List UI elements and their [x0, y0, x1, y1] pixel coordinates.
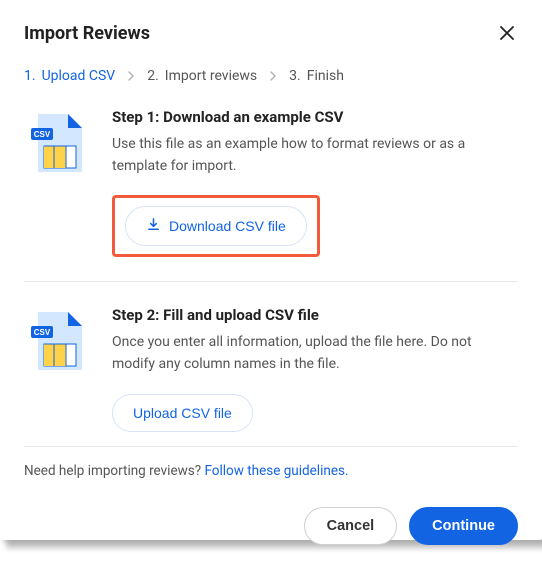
modal-footer: Cancel Continue — [24, 507, 518, 545]
chevron-right-icon — [127, 71, 135, 81]
continue-button[interactable]: Continue — [409, 507, 518, 545]
help-row: Need help importing reviews? Follow thes… — [24, 446, 518, 479]
download-csv-label: Download CSV file — [169, 218, 286, 234]
modal-header: Import Reviews — [24, 22, 518, 44]
download-icon — [146, 217, 161, 235]
stepper: 1. Upload CSV 2. Import reviews 3. Finis… — [24, 68, 518, 84]
step-1-section: CSV Step 1: Download an example CSV Use … — [24, 84, 518, 282]
upload-csv-label: Upload CSV file — [133, 405, 232, 421]
close-icon[interactable] — [496, 22, 518, 44]
svg-text:CSV: CSV — [34, 130, 51, 139]
stepper-step-finish[interactable]: 3. Finish — [289, 68, 344, 84]
help-text: Need help importing reviews? — [24, 463, 204, 479]
csv-file-icon: CSV — [24, 306, 90, 431]
step-2-section: CSV Step 2: Fill and upload CSV file Onc… — [24, 282, 518, 441]
step-1-title: Step 1: Download an example CSV — [112, 108, 518, 126]
help-guidelines-link[interactable]: Follow these guidelines. — [204, 463, 348, 479]
upload-csv-button[interactable]: Upload CSV file — [112, 394, 253, 432]
import-reviews-modal: Import Reviews 1. Upload CSV 2. Import r… — [0, 0, 542, 540]
step-1-description: Use this file as an example how to forma… — [112, 134, 518, 177]
step-2-description: Once you enter all information, upload t… — [112, 332, 518, 375]
csv-file-icon: CSV — [24, 108, 90, 257]
download-button-highlight: Download CSV file — [112, 195, 320, 257]
cancel-button[interactable]: Cancel — [304, 507, 398, 545]
chevron-right-icon — [269, 71, 277, 81]
step-2-title: Step 2: Fill and upload CSV file — [112, 306, 518, 324]
svg-text:CSV: CSV — [34, 328, 51, 337]
download-csv-button[interactable]: Download CSV file — [125, 206, 307, 246]
modal-title: Import Reviews — [24, 23, 150, 44]
stepper-step-upload-csv[interactable]: 1. Upload CSV — [24, 68, 115, 84]
stepper-step-import-reviews[interactable]: 2. Import reviews — [147, 68, 257, 84]
